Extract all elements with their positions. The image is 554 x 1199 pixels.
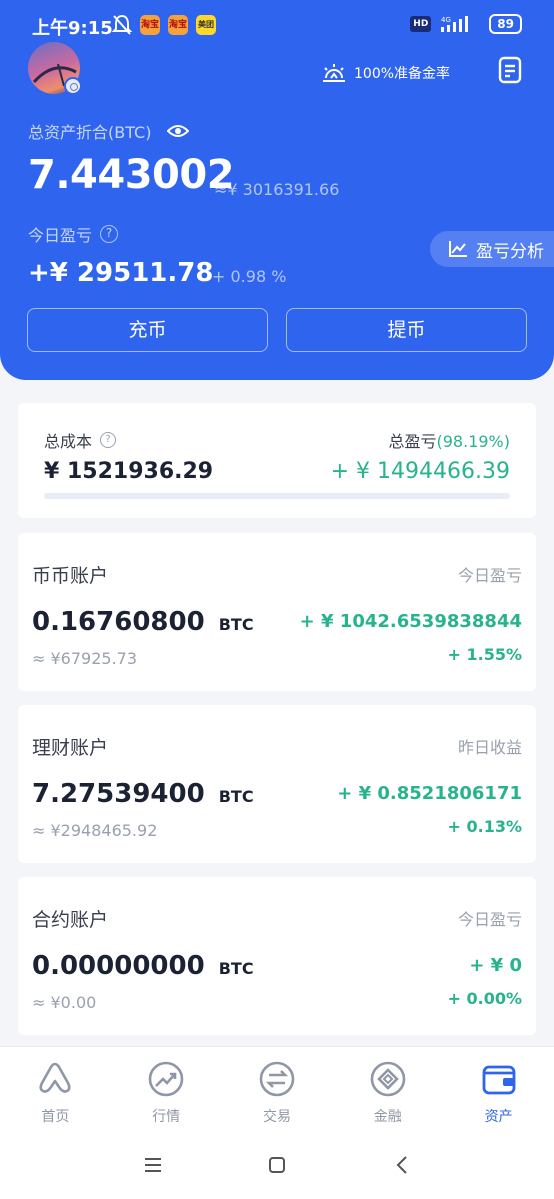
account-amount: 0.16760800 [32, 607, 205, 637]
reserve-ratio[interactable]: 100%准备金率 [322, 62, 450, 84]
today-pnl-value: +¥ 29511.78 [28, 258, 214, 288]
system-navigation-bar [0, 1134, 554, 1199]
menu-icon[interactable] [142, 1154, 164, 1176]
finance-diamond-icon [370, 1061, 406, 1097]
battery-icon: 89 [489, 14, 522, 34]
account-pnl-value: + ¥ 0.8521806171 [337, 783, 522, 804]
account-title: 合约账户 [32, 909, 109, 931]
total-asset-value: 7.443002 [28, 152, 235, 198]
taobao-app-icon: 淘宝 [140, 15, 160, 35]
total-asset-label: 总资产折合(BTC) [28, 123, 152, 142]
network-type-label: 4G [441, 16, 451, 24]
total-asset-label-row: 总资产折合(BTC) [28, 119, 190, 143]
tab-home[interactable]: 首页 [0, 1047, 111, 1134]
pnl-analysis-button[interactable]: 盈亏分析 [430, 231, 554, 267]
account-approx-value: ≈ ¥0.00 [32, 993, 97, 1012]
account-amount-row: 0.16760800 BTC [32, 607, 254, 637]
total-pnl-value: + ¥ 1494466.39 [330, 459, 510, 484]
help-question-icon[interactable]: ? [100, 225, 119, 243]
tab-assets-label: 资产 [484, 1109, 513, 1125]
account-amount: 0.00000000 [32, 951, 205, 981]
today-pnl-percent: + 0.98 % [212, 267, 287, 286]
today-pnl-label-row: 今日盈亏 ? [28, 222, 119, 246]
contract-account-card[interactable]: 合约账户 今日盈亏 0.00000000 BTC ≈ ¥0.00 + ¥ 0 +… [18, 877, 536, 1035]
status-time: 上午9:15 [32, 18, 113, 39]
back-chevron-icon[interactable] [392, 1154, 414, 1176]
avatar-badge-icon [64, 77, 82, 95]
account-pnl-percent: + 0.13% [447, 817, 522, 836]
account-pnl-value: + ¥ 1042.6539838844 [299, 611, 522, 632]
status-notification-icons: 淘宝 淘宝 美团 [112, 14, 216, 36]
help-question-icon[interactable]: ? [100, 432, 117, 448]
home-square-icon[interactable] [266, 1154, 288, 1176]
tab-trade[interactable]: 交易 [222, 1047, 333, 1134]
total-cost-label-row: 总成本 ? [44, 428, 117, 452]
taobao-app-icon-2: 淘宝 [168, 15, 188, 35]
mute-bell-icon [112, 14, 132, 35]
wallet-icon [482, 1065, 515, 1095]
account-title: 币币账户 [32, 565, 109, 587]
total-cost-value: ¥ 1521936.29 [44, 459, 214, 484]
total-pnl-percent: (98.19%) [436, 432, 511, 451]
account-pnl-value: + ¥ 0 [469, 955, 522, 976]
status-system-icons: HD 4G 89 [410, 14, 522, 34]
finance-account-card[interactable]: 理财账户 昨日收益 7.27539400 BTC ≈ ¥2948465.92 +… [18, 705, 536, 863]
account-amount-row: 7.27539400 BTC [32, 779, 254, 809]
total-pnl-label: 总盈亏 [388, 432, 437, 451]
account-approx-value: ≈ ¥67925.73 [32, 649, 138, 668]
today-pnl-label: 今日盈亏 [28, 226, 93, 245]
asset-header: 上午9:15 淘宝 淘宝 美团 HD 4G 89 100%准备金率 总资产折合(… [0, 0, 554, 380]
exchange-icon [259, 1061, 295, 1097]
market-trend-icon [148, 1061, 184, 1097]
account-sub-label: 今日盈亏 [457, 910, 522, 929]
bottom-tab-bar: 首页 行情 交易 金融 资产 [0, 1046, 554, 1134]
account-unit: BTC [218, 615, 254, 634]
total-asset-approx: ≈¥ 3016391.66 [214, 180, 340, 199]
tab-home-label: 首页 [41, 1109, 70, 1125]
status-bar: 上午9:15 淘宝 淘宝 美团 HD 4G 89 [0, 0, 554, 52]
tab-market-label: 行情 [152, 1109, 181, 1125]
hd-icon: HD [410, 16, 432, 32]
account-unit: BTC [218, 959, 254, 978]
deposit-button[interactable]: 充币 [27, 308, 268, 352]
withdraw-button[interactable]: 提币 [286, 308, 527, 352]
tab-finance[interactable]: 金融 [332, 1047, 443, 1134]
reserve-ratio-label: 100%准备金率 [354, 66, 451, 82]
account-pnl-percent: + 1.55% [447, 645, 522, 664]
tab-finance-label: 金融 [373, 1109, 402, 1125]
bill-record-icon[interactable] [496, 56, 524, 84]
account-unit: BTC [218, 787, 254, 806]
pnl-analysis-label: 盈亏分析 [476, 241, 544, 262]
total-cost-label: 总成本 [44, 432, 93, 451]
spot-account-card[interactable]: 币币账户 今日盈亏 0.16760800 BTC ≈ ¥67925.73 + ¥… [18, 533, 536, 691]
tab-trade-label: 交易 [262, 1109, 291, 1125]
tab-assets[interactable]: 资产 [443, 1047, 554, 1134]
cost-progress-bar [44, 493, 510, 499]
cost-summary-card: 总成本 ? ¥ 1521936.29 总盈亏(98.19%) + ¥ 14944… [18, 403, 536, 518]
tab-market[interactable]: 行情 [111, 1047, 222, 1134]
account-pnl-percent: + 0.00% [447, 989, 522, 1008]
account-sub-label: 今日盈亏 [457, 566, 522, 585]
home-logo-icon [39, 1062, 71, 1093]
account-amount: 7.27539400 [32, 779, 205, 809]
total-pnl-label-row: 总盈亏(98.19%) [388, 428, 510, 452]
account-approx-value: ≈ ¥2948465.92 [32, 821, 158, 840]
line-chart-icon [449, 241, 467, 257]
sunrise-icon [323, 64, 345, 82]
meituan-app-icon: 美团 [196, 15, 216, 35]
eye-icon[interactable] [167, 123, 190, 139]
account-amount-row: 0.00000000 BTC [32, 951, 254, 981]
signal-icon: 4G [441, 16, 469, 32]
account-title: 理财账户 [32, 737, 109, 759]
account-sub-label: 昨日收益 [457, 738, 522, 757]
